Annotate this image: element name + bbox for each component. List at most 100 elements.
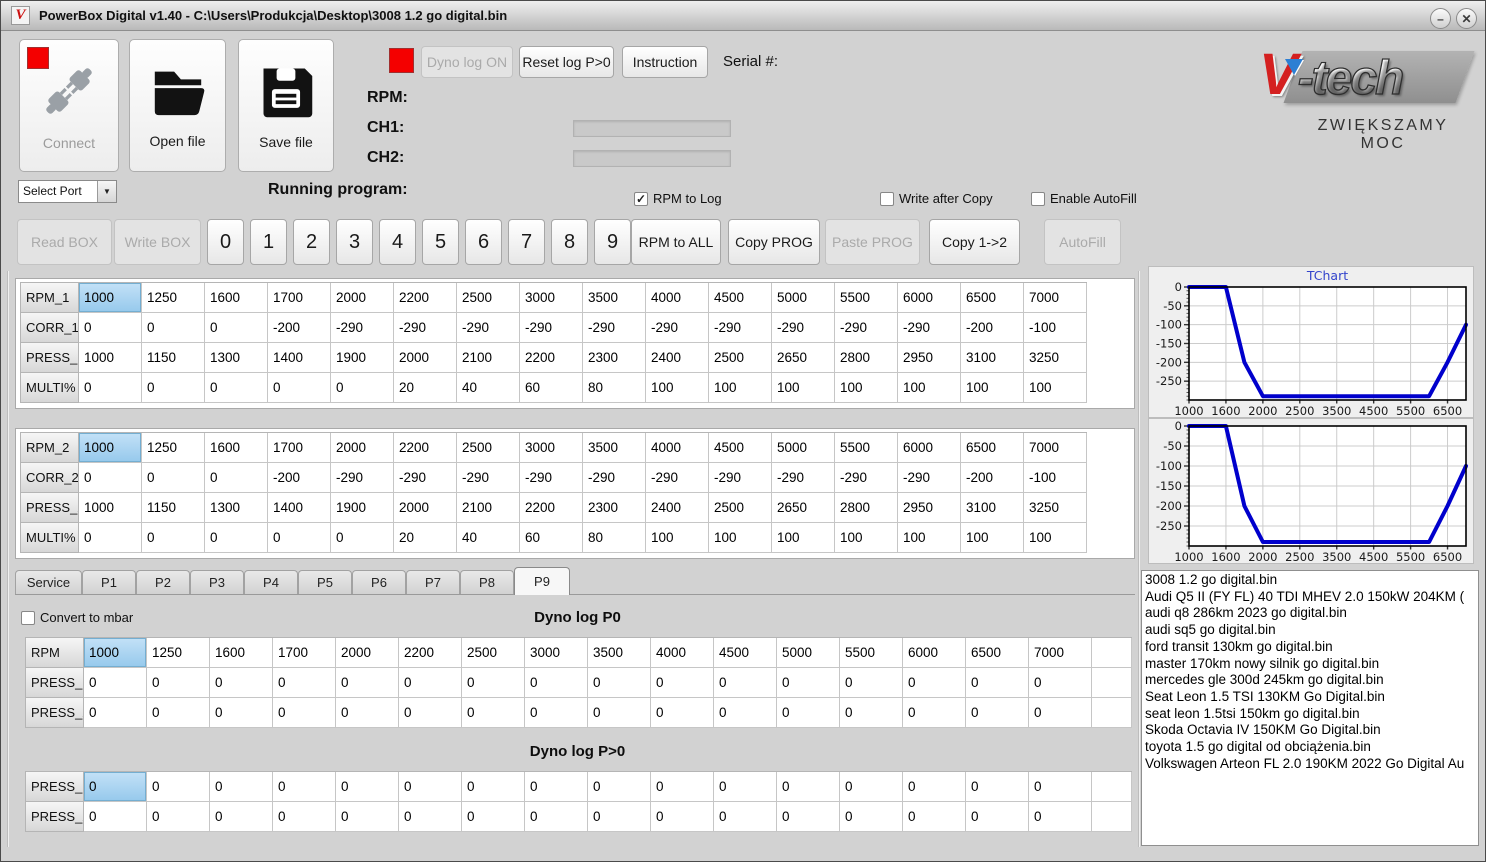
table-cell[interactable]: 0 [84, 698, 147, 728]
table-cell[interactable]: 7000 [1024, 283, 1087, 313]
table-cell[interactable]: 0 [1029, 802, 1092, 832]
table-cell[interactable]: 0 [525, 668, 588, 698]
tab-p8[interactable]: P8 [460, 570, 514, 594]
table-cell[interactable]: 0 [903, 668, 966, 698]
table-cell[interactable]: 0 [205, 373, 268, 403]
table-cell[interactable]: 0 [777, 802, 840, 832]
instruction-button[interactable]: Instruction [622, 46, 708, 78]
table-cell[interactable]: 0 [79, 313, 142, 343]
table-cell[interactable]: 4000 [646, 433, 709, 463]
table-cell[interactable]: 0 [966, 698, 1029, 728]
table-cell[interactable]: 0 [966, 668, 1029, 698]
table-cell[interactable]: 3500 [588, 638, 651, 668]
table-cell[interactable]: 5500 [835, 283, 898, 313]
checkbox-box[interactable] [1031, 191, 1045, 206]
table-cell-empty[interactable] [1092, 698, 1132, 728]
table-cell[interactable]: 100 [1024, 373, 1087, 403]
table-cell[interactable]: 100 [898, 373, 961, 403]
table-cell[interactable]: 0 [147, 668, 210, 698]
table-cell[interactable]: 5500 [835, 433, 898, 463]
table-cell[interactable]: 5000 [777, 638, 840, 668]
table-cell[interactable]: 1250 [147, 638, 210, 668]
file-list[interactable]: 3008 1.2 go digital.bin Audi Q5 II (FY FL… [1141, 570, 1479, 846]
tab-p3[interactable]: P3 [190, 570, 244, 594]
file-list-item[interactable]: ford transit 130km go digital.bin [1145, 639, 1475, 656]
table-cell[interactable]: -290 [457, 463, 520, 493]
table-cell[interactable]: 0 [210, 698, 273, 728]
tab-p4[interactable]: P4 [244, 570, 298, 594]
table-cell[interactable]: 0 [84, 668, 147, 698]
file-list-item[interactable]: Skoda Octavia IV 150KM Go Digital.bin [1145, 722, 1475, 739]
table-cell[interactable]: -290 [772, 313, 835, 343]
file-list-item[interactable]: 3008 1.2 go digital.bin [1145, 572, 1475, 589]
table-cell[interactable]: 0 [777, 698, 840, 728]
table-cell[interactable]: 1000 [79, 343, 142, 373]
table-cell[interactable]: -290 [646, 313, 709, 343]
table-cell[interactable]: 0 [714, 802, 777, 832]
table-cell[interactable]: 5000 [772, 433, 835, 463]
table-cell[interactable]: 0 [903, 698, 966, 728]
table-cell[interactable]: 1250 [142, 433, 205, 463]
table-cell[interactable]: 2100 [457, 343, 520, 373]
table-cell[interactable]: -290 [583, 463, 646, 493]
table-cell[interactable]: 2000 [394, 493, 457, 523]
table-cell[interactable]: 100 [709, 523, 772, 553]
table-cell[interactable]: 0 [205, 463, 268, 493]
table-cell[interactable]: 1700 [268, 433, 331, 463]
program-button-6[interactable]: 6 [465, 219, 502, 265]
table-cell[interactable]: 6000 [898, 433, 961, 463]
table-cell[interactable]: 1900 [331, 493, 394, 523]
table-cell[interactable]: -290 [394, 313, 457, 343]
table-cell[interactable]: 6000 [903, 638, 966, 668]
table-cell[interactable]: 0 [268, 523, 331, 553]
table-cell[interactable]: -290 [898, 463, 961, 493]
table-cell[interactable]: 0 [714, 698, 777, 728]
table-cell[interactable]: 2300 [583, 493, 646, 523]
table-cell[interactable]: 0 [331, 373, 394, 403]
table-cell[interactable]: 100 [835, 523, 898, 553]
table-cell[interactable]: 3000 [525, 638, 588, 668]
table-cell[interactable]: 20 [394, 373, 457, 403]
table-cell[interactable]: 0 [399, 802, 462, 832]
table-cell[interactable]: 0 [399, 698, 462, 728]
table-cell[interactable]: 1600 [210, 638, 273, 668]
table-cell[interactable]: 0 [336, 698, 399, 728]
table-cell[interactable]: 1300 [205, 493, 268, 523]
table-cell[interactable]: 2200 [520, 493, 583, 523]
table-cell[interactable]: 2400 [646, 343, 709, 373]
title-bar[interactable]: V PowerBox Digital v1.40 - C:\Users\Prod… [1, 1, 1485, 31]
table-cell[interactable]: 4000 [646, 283, 709, 313]
table-cell[interactable]: 7000 [1024, 433, 1087, 463]
table-cell[interactable]: -290 [835, 463, 898, 493]
table-cell-empty[interactable] [1092, 802, 1132, 832]
table-cell[interactable]: 0 [336, 772, 399, 802]
table-cell[interactable]: 0 [79, 463, 142, 493]
table-cell[interactable]: 0 [142, 373, 205, 403]
table-cell[interactable]: 0 [1029, 698, 1092, 728]
file-list-item[interactable]: Audi Q5 II (FY FL) 40 TDI MHEV 2.0 150kW… [1145, 589, 1475, 606]
file-list-item[interactable]: master 170km nowy silnik go digital.bin [1145, 656, 1475, 673]
table-cell[interactable]: 3500 [583, 433, 646, 463]
rpm-to-log-checkbox[interactable]: ✓ RPM to Log [634, 191, 722, 206]
program-button-0[interactable]: 0 [207, 219, 244, 265]
table-cell[interactable]: 1900 [331, 343, 394, 373]
program-button-7[interactable]: 7 [508, 219, 545, 265]
tab-p6[interactable]: P6 [352, 570, 406, 594]
table-cell[interactable]: 0 [147, 698, 210, 728]
table-cell[interactable]: 2650 [772, 493, 835, 523]
table-cell[interactable]: 0 [147, 772, 210, 802]
table-cell[interactable]: 1000 [79, 493, 142, 523]
table-cell[interactable]: 0 [462, 698, 525, 728]
table-cell[interactable]: 3100 [961, 343, 1024, 373]
table-cell[interactable]: 0 [903, 802, 966, 832]
table-cell[interactable]: -200 [268, 463, 331, 493]
table-cell[interactable]: 60 [520, 373, 583, 403]
table-cell[interactable]: -100 [1024, 313, 1087, 343]
table-cell[interactable]: 3100 [961, 493, 1024, 523]
table-cell[interactable]: 0 [588, 802, 651, 832]
table-cell[interactable]: 2500 [462, 638, 525, 668]
table-cell[interactable]: 0 [273, 698, 336, 728]
table-cell[interactable]: 0 [651, 802, 714, 832]
table-cell[interactable]: 1000 [79, 283, 142, 313]
table-cell[interactable]: 0 [525, 698, 588, 728]
